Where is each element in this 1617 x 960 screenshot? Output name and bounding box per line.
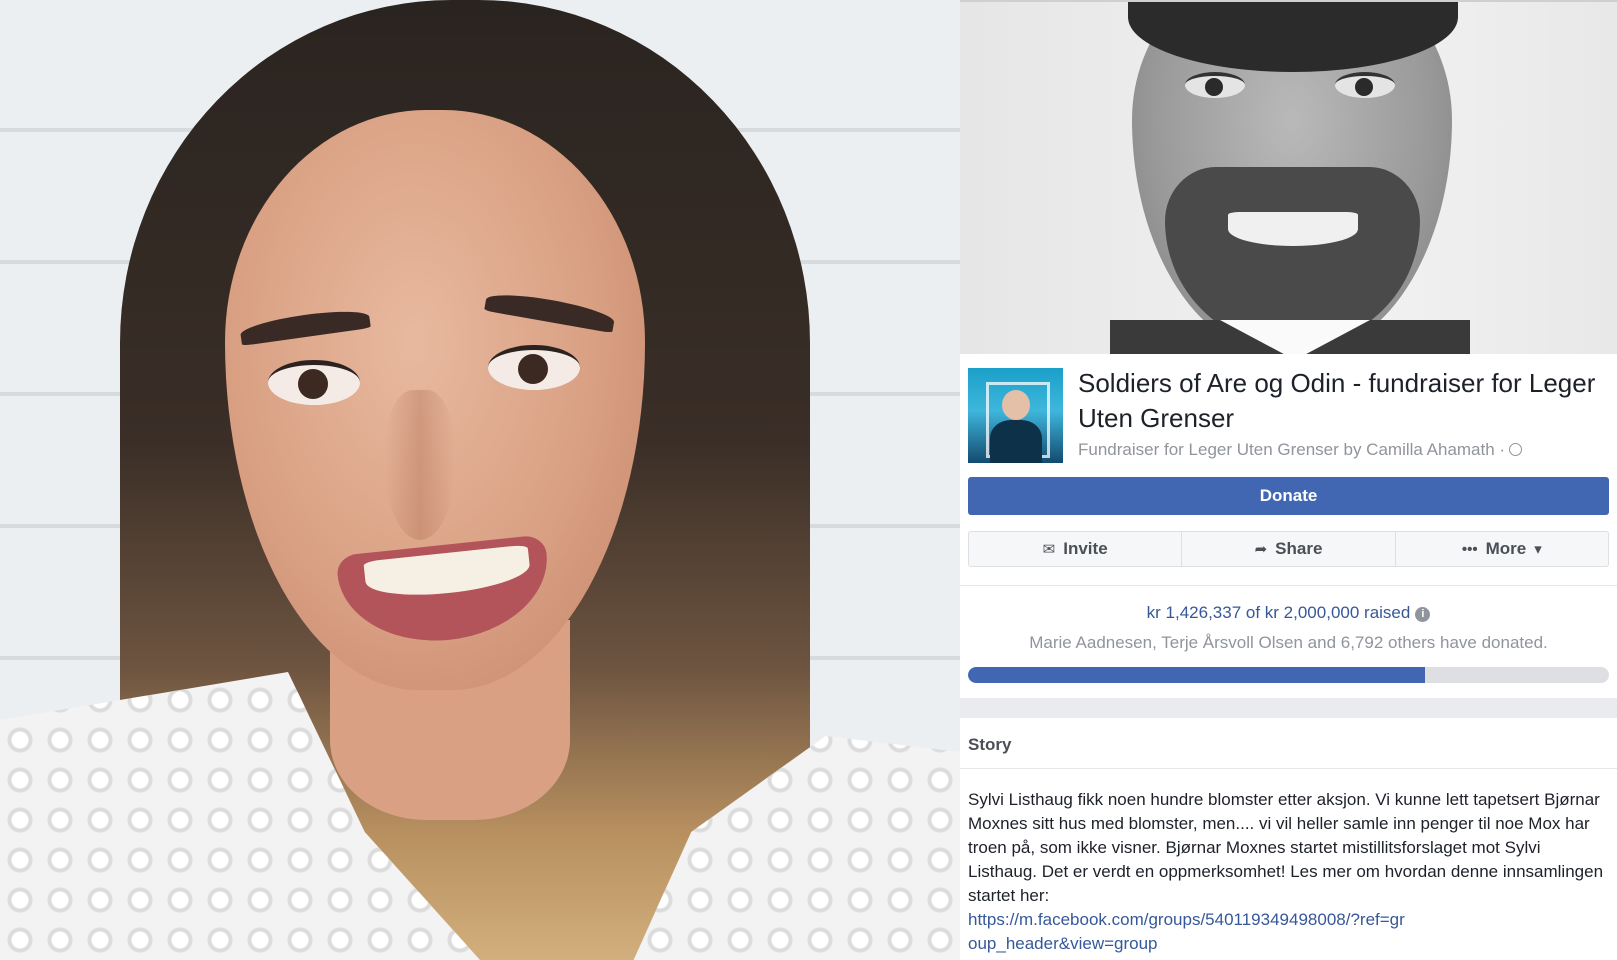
man-right-eye bbox=[1335, 72, 1395, 98]
progress-fill bbox=[968, 667, 1426, 683]
cover-photo bbox=[960, 0, 1617, 354]
invite-button[interactable]: ✉ Invite bbox=[969, 532, 1183, 566]
section-separator bbox=[960, 698, 1617, 718]
woman-portrait-photo bbox=[0, 0, 960, 960]
envelope-icon: ✉ bbox=[1042, 541, 1056, 558]
globe-icon bbox=[1509, 443, 1523, 456]
man-mouth-shape bbox=[1228, 212, 1358, 246]
story-heading: Story bbox=[968, 735, 1012, 754]
story-body: Sylvi Listhaug fikk noen hundre blomster… bbox=[968, 788, 1608, 956]
ellipsis-icon: ••• bbox=[1461, 540, 1478, 558]
donate-button[interactable]: Donate bbox=[968, 477, 1609, 515]
right-eye bbox=[488, 345, 580, 390]
more-button[interactable]: ••• More ▾ bbox=[1396, 532, 1608, 566]
fundraiser-thumbnail[interactable] bbox=[968, 368, 1063, 463]
fundraiser-subtitle: Fundraiser for Leger Uten Grenser by Cam… bbox=[1078, 440, 1617, 460]
story-body-text: Sylvi Listhaug fikk noen hundre blomster… bbox=[968, 790, 1604, 905]
thumbnail-person-coat bbox=[990, 420, 1042, 463]
share-arrow-icon: ➦ bbox=[1254, 541, 1268, 558]
caret-down-icon: ▾ bbox=[1534, 541, 1542, 558]
thumbnail-person-face bbox=[1002, 390, 1030, 420]
info-icon[interactable]: i bbox=[1415, 607, 1431, 622]
share-label: Share bbox=[1275, 539, 1323, 558]
action-bar: ✉ Invite ➦ Share ••• More ▾ bbox=[968, 531, 1609, 567]
fundraiser-title[interactable]: Soldiers of Are og Odin - fundraiser for… bbox=[1078, 366, 1608, 436]
raised-amount: kr 1,426,337 of kr 2,000,000 raised i bbox=[960, 603, 1617, 623]
story-link[interactable]: https://m.facebook.com/groups/5401193494… bbox=[968, 908, 1408, 956]
progress-bar bbox=[968, 667, 1609, 683]
fundraiser-subtitle-text: Fundraiser for Leger Uten Grenser by Cam… bbox=[1078, 440, 1506, 459]
fundraiser-panel: Soldiers of Are og Odin - fundraiser for… bbox=[960, 0, 1617, 960]
donors-summary[interactable]: Marie Aadnesen, Terje Årsvoll Olsen and … bbox=[960, 633, 1617, 653]
invite-label: Invite bbox=[1063, 539, 1108, 558]
share-button[interactable]: ➦ Share bbox=[1182, 532, 1396, 566]
man-left-eye bbox=[1185, 72, 1245, 98]
more-label: More bbox=[1485, 539, 1527, 558]
section-divider bbox=[960, 585, 1617, 586]
nose-shape bbox=[385, 390, 455, 540]
raised-text: kr 1,426,337 of kr 2,000,000 raised bbox=[1146, 603, 1411, 622]
story-divider bbox=[960, 768, 1617, 769]
left-eye bbox=[268, 360, 360, 405]
